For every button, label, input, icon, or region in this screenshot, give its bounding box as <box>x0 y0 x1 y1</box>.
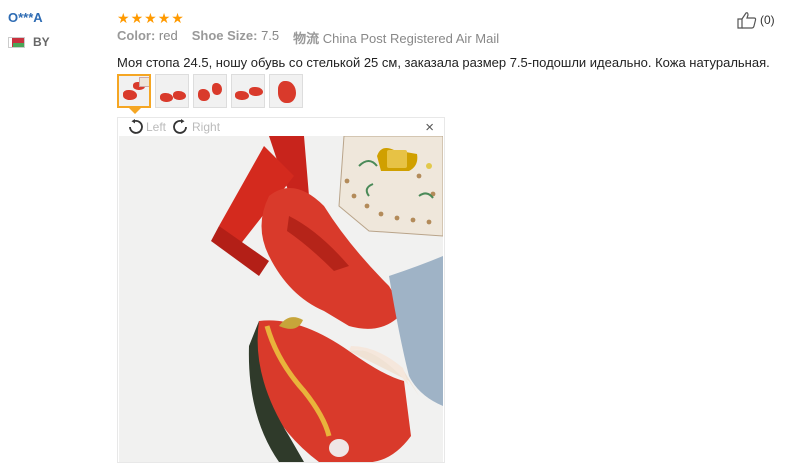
reviewer-info: O***A BY <box>8 10 108 49</box>
star-icon: ★ <box>171 10 184 26</box>
photo-thumbnail[interactable] <box>193 74 227 108</box>
belarus-flag-icon <box>8 36 25 48</box>
close-viewer-button[interactable]: × <box>425 119 434 136</box>
star-icon: ★ <box>130 10 144 26</box>
rotate-right-button[interactable]: Right <box>172 119 220 135</box>
like-button[interactable]: (0) <box>737 11 775 29</box>
viewer-toolbar: Left Right × <box>118 118 444 136</box>
photo-thumbnail[interactable] <box>155 74 189 108</box>
order-properties: Color: red Shoe Size: 7.5 物流 China Post … <box>117 28 757 47</box>
country-code: BY <box>33 35 50 49</box>
star-rating: ★ ★ ★ ★ ★ <box>117 10 757 26</box>
red-shoes-photo <box>119 136 443 462</box>
active-thumbnail-pointer <box>129 108 141 114</box>
star-icon: ★ <box>144 10 157 26</box>
review-photo <box>119 136 443 462</box>
rotate-right-icon <box>173 119 187 134</box>
thumbs-up-icon <box>737 12 757 29</box>
photo-thumbnail[interactable] <box>117 74 151 108</box>
review-text: Моя стопа 24.5, ношу обувь со стелькой 2… <box>117 55 770 70</box>
review-body: ★ ★ ★ ★ ★ Color: red Shoe Size: 7.5 物流 C… <box>117 10 770 70</box>
rotate-left-icon <box>129 119 143 134</box>
rotate-left-button[interactable]: Left <box>126 119 166 135</box>
photo-thumbnail[interactable] <box>231 74 265 108</box>
size-property: Shoe Size: 7.5 <box>191 28 280 43</box>
reviewer-country: BY <box>8 35 108 49</box>
color-property: Color: red <box>117 28 178 43</box>
photo-thumbnails <box>117 74 303 108</box>
photo-viewer: Left Right × <box>117 117 445 463</box>
star-icon: ★ <box>157 10 171 26</box>
like-count: (0) <box>760 13 775 27</box>
reviewer-name: O***A <box>8 10 43 25</box>
shipping-property: 物流 China Post Registered Air Mail <box>293 31 500 46</box>
star-icon: ★ <box>117 10 130 26</box>
photo-thumbnail[interactable] <box>269 74 303 108</box>
